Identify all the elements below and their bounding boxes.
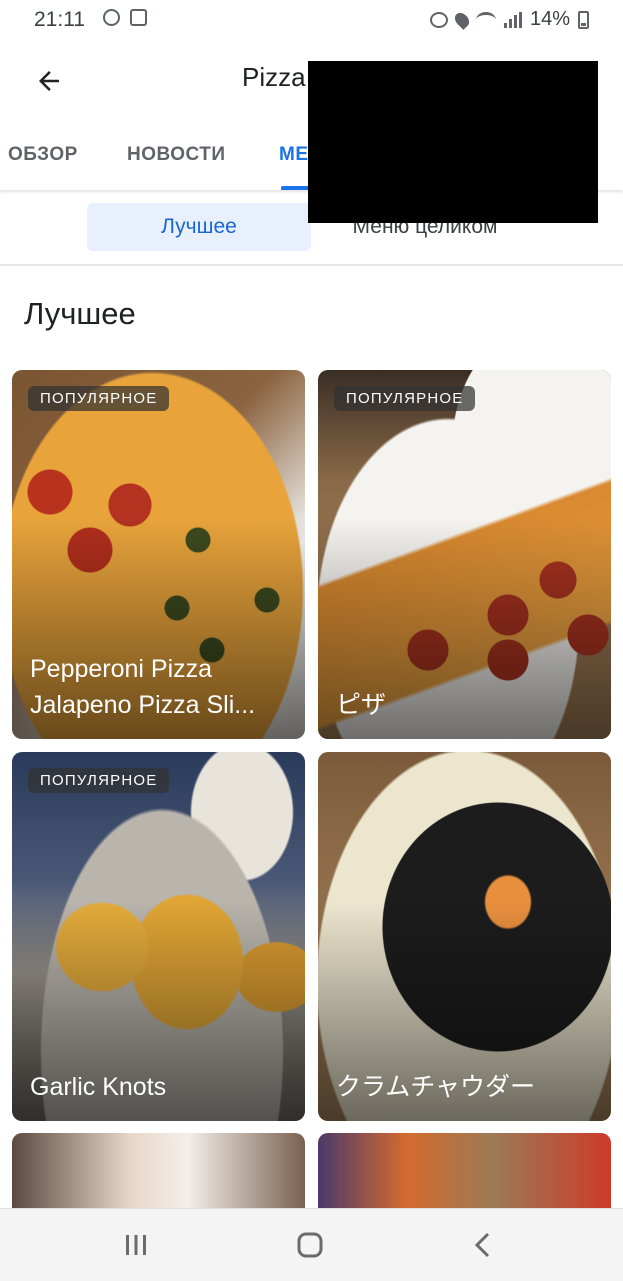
chip-best[interactable]: Лучшее xyxy=(87,203,311,251)
status-bar: 21:11 14% xyxy=(0,0,623,38)
battery-percent: 14% xyxy=(529,8,570,30)
popular-badge: ПОПУЛЯРНОЕ xyxy=(334,386,476,411)
dish-title-line: ピザ xyxy=(336,691,387,719)
dish-card[interactable]: ПОПУЛЯРНОЕ Garlic Knots xyxy=(12,752,305,1121)
wifi-icon xyxy=(475,11,496,28)
screen-icon xyxy=(130,9,147,26)
status-time: 21:11 xyxy=(34,8,85,31)
section-heading: Лучшее xyxy=(24,296,136,331)
tab-menu[interactable]: МЕ xyxy=(279,144,309,166)
tab-overview[interactable]: ОБЗОР xyxy=(8,144,78,166)
recents-button[interactable] xyxy=(116,1227,156,1263)
battery-icon xyxy=(578,10,589,29)
home-button[interactable] xyxy=(290,1227,330,1263)
recents-icon xyxy=(126,1235,146,1255)
alarm-icon xyxy=(429,11,448,28)
home-icon xyxy=(297,1232,323,1258)
dish-title: Garlic Knots xyxy=(30,1069,289,1105)
signal-icon xyxy=(503,11,522,28)
dish-title: ピザ xyxy=(336,687,595,723)
redaction-overlay xyxy=(308,61,598,223)
tab-news[interactable]: НОВОСТИ xyxy=(127,144,226,166)
dish-card[interactable]: クラムチャウダー xyxy=(318,752,611,1121)
dish-card[interactable]: ПОПУЛЯРНОЕ ピザ xyxy=(318,370,611,739)
system-nav-bar xyxy=(0,1208,623,1281)
dish-title: Pepperoni Pizza Jalapeno Pizza Sli... xyxy=(30,651,289,723)
back-button[interactable] xyxy=(24,60,72,100)
arrow-back-icon xyxy=(39,71,59,91)
dish-title-line: Jalapeno Pizza Sli... xyxy=(30,691,256,719)
sync-icon xyxy=(103,9,120,26)
nav-back-icon xyxy=(474,1232,490,1258)
dish-title-line: クラムチャウダー xyxy=(336,1073,536,1101)
dish-card[interactable]: ПОПУЛЯРНОЕ Pepperoni Pizza Jalapeno Pizz… xyxy=(12,370,305,739)
popular-badge: ПОПУЛЯРНОЕ xyxy=(28,386,170,411)
dish-title-line: Pepperoni Pizza xyxy=(30,655,213,683)
popular-badge: ПОПУЛЯРНОЕ xyxy=(28,768,170,793)
location-icon xyxy=(452,9,472,30)
page-title: Pizza xyxy=(242,62,306,92)
nav-back-button[interactable] xyxy=(463,1227,503,1263)
dish-title: クラムチャウダー xyxy=(336,1069,595,1105)
dish-title-line: Garlic Knots xyxy=(30,1073,167,1101)
